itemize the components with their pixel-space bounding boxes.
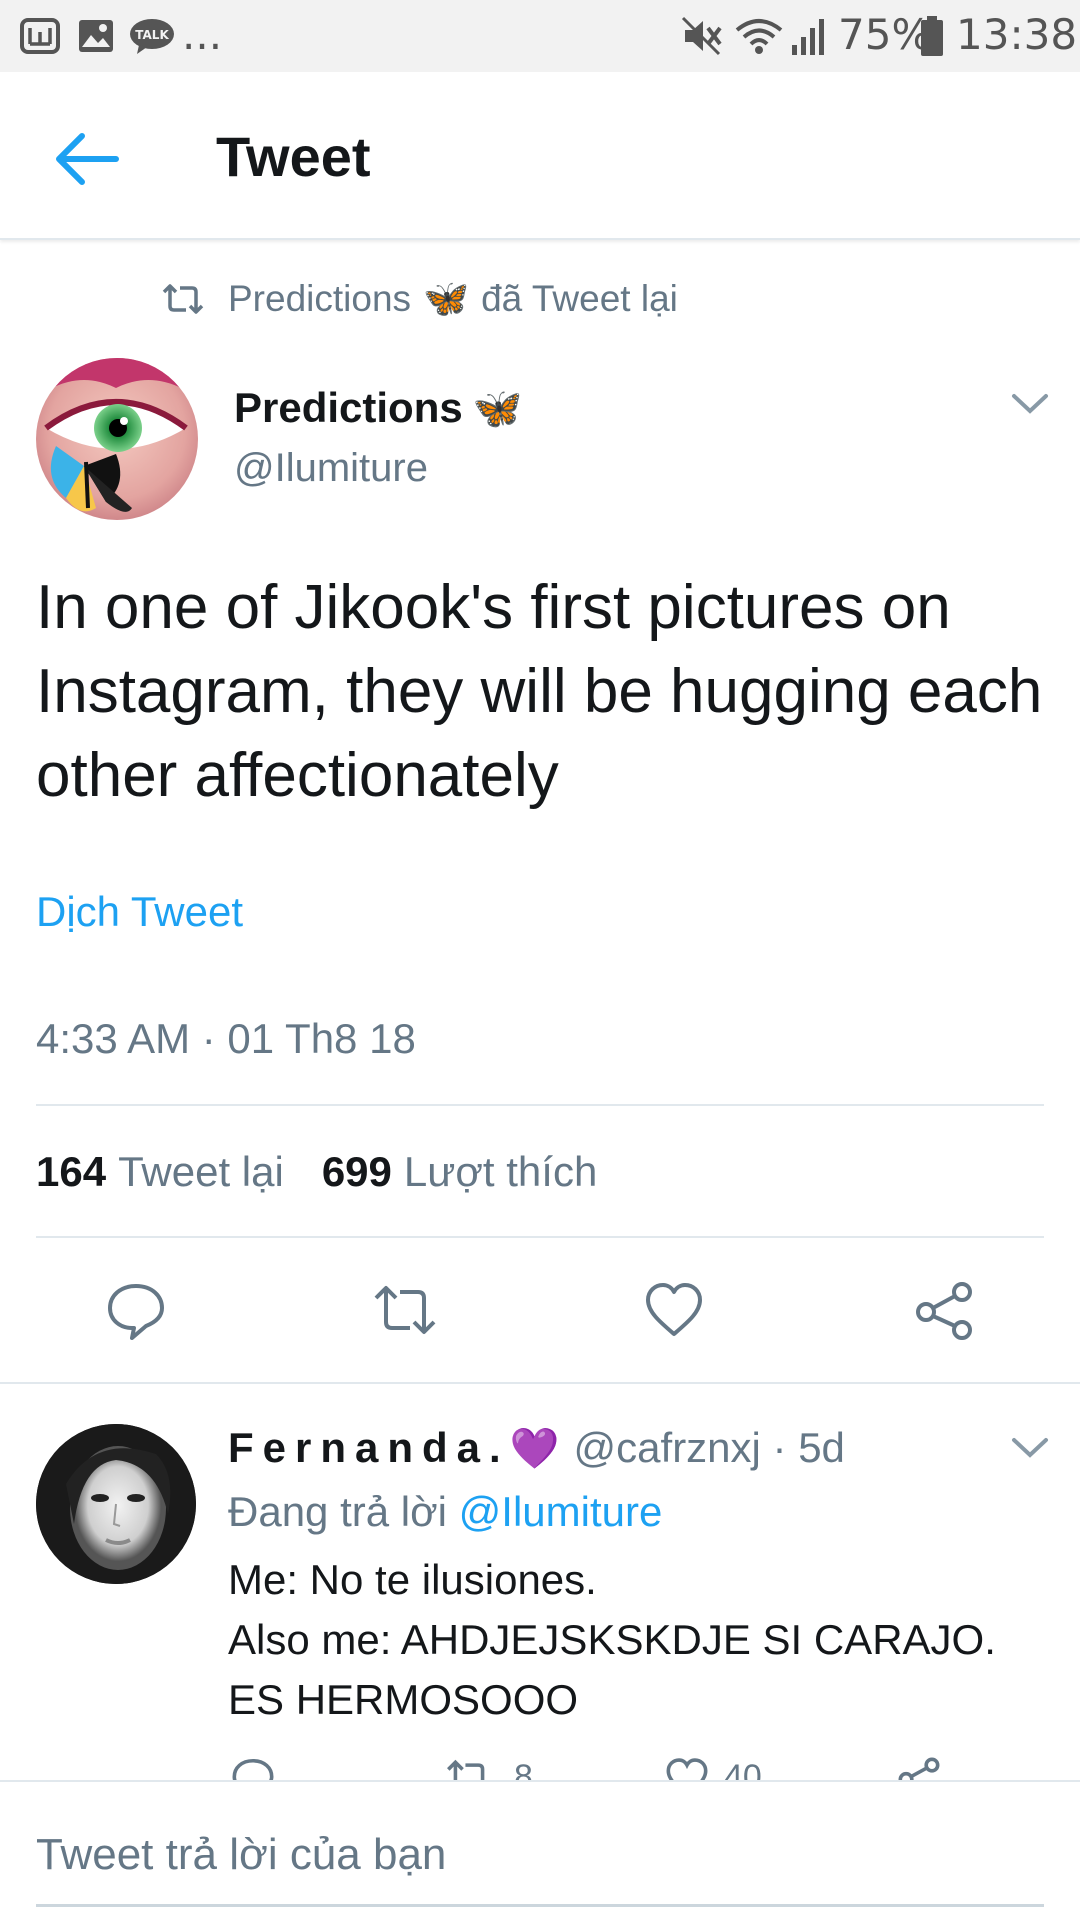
likes-count: 699	[321, 1148, 392, 1195]
retweets-count: 164	[36, 1148, 107, 1195]
likes-stat[interactable]: 699 Lượt thích	[322, 1148, 598, 1196]
tweet-menu-button[interactable]	[1010, 392, 1050, 416]
reply-author-name: Fernanda.	[228, 1424, 510, 1471]
reply-text: Me: No te ilusiones. Also me: AHDJEJSKSK…	[228, 1550, 1058, 1730]
divider	[36, 1236, 1044, 1238]
author-avatar[interactable]	[36, 358, 198, 520]
reply-header[interactable]: Fernanda. 💜 @cafrznxj · 5d	[228, 1424, 845, 1472]
status-bar: TALK ... 75% 13:38	[0, 0, 1080, 72]
like-button[interactable]	[642, 1280, 706, 1340]
chevron-down-icon	[1012, 394, 1048, 414]
retweet-context-suffix: đã Tweet lại	[481, 278, 678, 319]
reply-text-line: Also me: AHDJEJSKSKDJE SI CARAJO.	[228, 1616, 996, 1663]
battery-icon	[918, 16, 946, 56]
reply-like-count: 40	[724, 1758, 762, 1782]
retweet-button[interactable]	[370, 1280, 436, 1340]
wifi-icon	[734, 16, 784, 56]
input-underline	[36, 1904, 1044, 1907]
replying-to-prefix: Đang trả lời	[228, 1488, 447, 1535]
reply-input[interactable]: Tweet trả lời của bạn	[36, 1830, 446, 1880]
translate-tweet-link[interactable]: Dịch Tweet	[36, 888, 243, 936]
reply-author-avatar[interactable]	[36, 1424, 196, 1584]
butterfly-emoji: 🦋	[423, 277, 470, 319]
butterfly-emoji: 🦋	[472, 386, 523, 431]
section-divider	[0, 1382, 1080, 1384]
tweet-timestamp: 4:33 AM · 01 Th8 18	[36, 1015, 416, 1062]
retweets-stat[interactable]: 164 Tweet lại	[36, 1148, 284, 1196]
back-arrow-icon	[56, 133, 119, 185]
avatar-eye-butterfly-image	[36, 358, 198, 520]
reply-handle-time: @cafrznxj · 5d	[573, 1424, 845, 1471]
retweets-label: Tweet lại	[118, 1148, 284, 1195]
share-icon[interactable]	[896, 1756, 942, 1782]
author-name[interactable]: Predictions 🦋	[234, 384, 523, 432]
chevron-down-icon	[1012, 1438, 1048, 1458]
back-button[interactable]	[52, 128, 122, 190]
heart-icon[interactable]	[664, 1756, 710, 1782]
divider	[36, 1104, 1044, 1106]
reply-icon	[108, 1284, 164, 1340]
replying-to-mention[interactable]: @Ilumiture	[459, 1488, 663, 1535]
mute-icon	[680, 16, 724, 56]
reply-button[interactable]	[104, 1280, 168, 1340]
reply-retweet-count: 8	[514, 1758, 533, 1782]
talk-icon-label: TALK	[135, 28, 169, 42]
notification-app-icon	[18, 16, 62, 56]
share-button[interactable]	[912, 1280, 976, 1340]
retweet-icon	[162, 284, 204, 314]
reply-compose-bar: Tweet trả lời của bạn	[0, 1780, 1080, 1920]
reply-menu-button[interactable]	[1010, 1436, 1050, 1460]
clock: 13:38	[956, 10, 1078, 59]
gallery-icon	[76, 16, 116, 56]
replying-to: Đang trả lời @Ilumiture	[228, 1488, 662, 1536]
share-icon	[916, 1282, 972, 1340]
tweet-text: In one of Jikook's first pictures on Ins…	[36, 573, 1043, 810]
retweet-icon	[374, 1286, 436, 1334]
signal-icon	[788, 16, 828, 56]
more-notifications: ...	[182, 10, 223, 59]
retweet-icon[interactable]	[444, 1756, 494, 1782]
author-handle[interactable]: @Ilumiture	[234, 446, 428, 491]
reply-action-bar: 8 40	[228, 1752, 968, 1782]
avatar-portrait-image	[36, 1424, 196, 1584]
retweet-context[interactable]: Predictions 🦋 đã Tweet lại	[160, 276, 678, 322]
purple-heart-emoji: 💜	[509, 1426, 560, 1471]
page-title: Tweet	[216, 125, 371, 188]
heart-icon	[646, 1283, 702, 1336]
reply-text-line: ES HERMOSOOO	[228, 1676, 579, 1723]
retweet-context-user: Predictions	[228, 278, 412, 319]
talk-icon: TALK	[128, 16, 176, 56]
likes-label: Lượt thích	[403, 1148, 598, 1195]
author-display-name: Predictions	[234, 384, 463, 431]
top-app-bar: Tweet	[0, 72, 1080, 240]
reply-icon[interactable]	[230, 1756, 276, 1782]
reply-text-line: Me: No te ilusiones.	[228, 1556, 597, 1603]
tweet-stats: 164 Tweet lại 699 Lượt thích	[36, 1148, 635, 1196]
